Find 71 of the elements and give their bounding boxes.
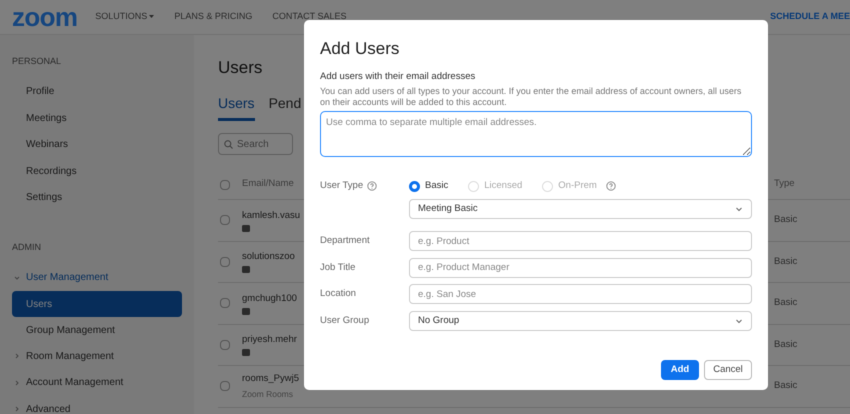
sidebar-item[interactable]: Room Management xyxy=(12,343,182,370)
checkbox[interactable] xyxy=(220,381,230,392)
device-icon xyxy=(242,308,250,315)
table-cell-text: Basic xyxy=(774,213,798,228)
sidebar-item[interactable]: Webinars xyxy=(12,132,182,158)
table-cell-text: Basic xyxy=(774,254,798,269)
dialog-title: Add Users xyxy=(320,38,400,60)
field-label: Department xyxy=(320,234,371,248)
field-label: Job Title xyxy=(320,260,356,275)
cancel-button[interactable]: Cancel xyxy=(704,360,752,380)
text-input-field[interactable]: e.g. Product Manager xyxy=(409,258,752,278)
table-cell-text: Basic xyxy=(774,379,798,394)
nav-link[interactable]: SOLUTIONS xyxy=(95,10,154,24)
radio-option[interactable]: Basic xyxy=(409,179,448,194)
sidebar-item[interactable]: Account Management xyxy=(12,370,182,396)
table-cell: priyesh.mehr xyxy=(242,333,297,348)
table-cell: kamlesh.vasu xyxy=(242,208,300,223)
column-header: Type xyxy=(774,177,796,192)
table-cell: rooms_Pywj5 xyxy=(242,372,300,386)
sidebar-item[interactable]: Recordings xyxy=(12,158,182,184)
add-button[interactable]: Add xyxy=(661,360,699,380)
schedule-link[interactable]: SCHEDULE A MEE xyxy=(770,10,850,24)
dialog-subtitle: Add users with their email addresses xyxy=(320,70,476,84)
chevron-right-icon xyxy=(14,380,20,386)
caret-icon xyxy=(149,15,154,19)
sidebar-item[interactable]: Settings xyxy=(12,184,182,211)
table-cell: solutionszoo xyxy=(242,250,295,264)
table-cell: gmchugh100 xyxy=(242,292,297,306)
tab[interactable]: Users xyxy=(218,91,255,121)
checkbox[interactable] xyxy=(220,340,230,350)
user-type-select[interactable]: Meeting Basic xyxy=(409,199,752,220)
user-group-select[interactable]: No Group xyxy=(409,310,752,331)
search-icon xyxy=(224,140,233,148)
table-cell-text: Zoom Rooms xyxy=(242,388,294,401)
checkbox[interactable] xyxy=(220,215,230,226)
tab[interactable]: Pend xyxy=(268,91,302,121)
table-cell-text: Basic xyxy=(774,296,798,310)
dialog-description: You can add users of all types to your account. If you enter the email address of account owners, all users on their accounts will be added to this account. xyxy=(320,86,742,108)
sidebar-item[interactable]: Users xyxy=(12,291,182,317)
checkbox[interactable] xyxy=(220,298,230,308)
field-label: User Type xyxy=(320,179,364,194)
field-label: User Group xyxy=(320,314,370,328)
text-input-field[interactable]: e.g. Product xyxy=(409,231,752,252)
checkbox[interactable] xyxy=(220,256,230,267)
sidebar-item[interactable]: Profile xyxy=(12,78,182,105)
section-heading: ADMIN xyxy=(12,241,42,254)
page-title: Users xyxy=(218,57,262,77)
checkbox[interactable] xyxy=(220,180,230,190)
section-heading: PERSONAL xyxy=(12,55,62,68)
table-cell-text: Basic xyxy=(774,338,798,352)
chevron-right-icon xyxy=(14,406,20,412)
help-icon[interactable] xyxy=(367,181,378,192)
column-header: Email/Name xyxy=(242,177,295,192)
chevron-down-icon xyxy=(735,205,743,214)
sidebar-item[interactable]: Meetings xyxy=(12,105,182,132)
text-input-field[interactable]: e.g. San Jose xyxy=(409,284,752,304)
chevron-down-icon xyxy=(735,316,743,325)
nav-link[interactable]: PLANS & PRICING xyxy=(174,10,252,24)
chevron-down-icon xyxy=(14,274,20,281)
search-field[interactable]: Search xyxy=(218,133,293,155)
nav-link[interactable]: CONTACT SALES xyxy=(272,10,347,24)
sidebar-item[interactable]: User Management xyxy=(12,264,182,291)
device-icon xyxy=(242,349,250,356)
email-input-field[interactable]: Use comma to separate multiple email addresses. xyxy=(320,111,752,158)
device-icon xyxy=(242,266,250,274)
field-label: Location xyxy=(320,287,357,302)
sidebar-item[interactable]: Group Management xyxy=(12,317,182,343)
sidebar-item[interactable]: Advanced xyxy=(12,396,182,414)
device-icon xyxy=(242,224,250,232)
logo[interactable]: zoom xyxy=(12,4,78,30)
chevron-right-icon xyxy=(14,353,20,360)
